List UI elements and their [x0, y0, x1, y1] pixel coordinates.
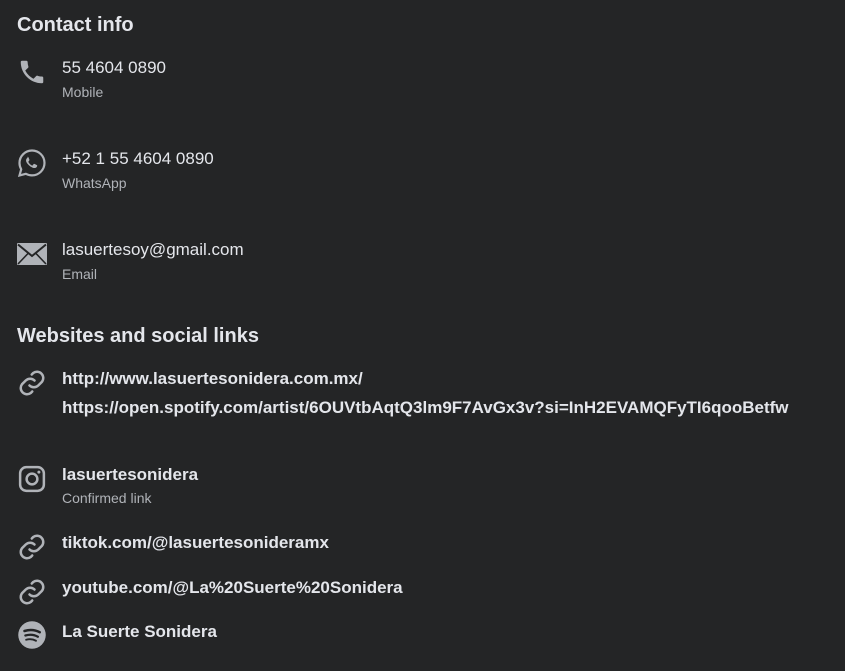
mobile-label: Mobile [62, 84, 104, 100]
instagram-icon [16, 463, 48, 495]
whatsapp-label: WhatsApp [62, 175, 127, 191]
spotify-icon [16, 619, 48, 651]
website-link-2[interactable]: https://open.spotify.com/artist/6OUVtbAq… [62, 397, 789, 419]
link-icon [16, 576, 48, 608]
contact-info-page: Contact info 55 4604 0890 Mobile +52 1 5… [0, 0, 845, 671]
tiktok-link[interactable]: tiktok.com/@lasuertesonideramx [62, 532, 329, 554]
contact-info-heading: Contact info [17, 14, 134, 36]
instagram-handle[interactable]: lasuertesonidera [62, 464, 198, 486]
phone-icon [16, 56, 48, 88]
email-label: Email [62, 266, 98, 282]
whatsapp-number: +52 1 55 4604 0890 [62, 149, 214, 168]
mobile-number: 55 4604 0890 [62, 58, 166, 77]
spotify-link[interactable]: La Suerte Sonidera [62, 621, 217, 643]
email-address: lasuertesoy@gmail.com [62, 240, 244, 259]
email-icon [16, 238, 48, 270]
link-icon [16, 367, 48, 399]
website-link-1[interactable]: http://www.lasuertesonidera.com.mx/ [62, 368, 363, 390]
link-icon [16, 531, 48, 563]
whatsapp-icon [16, 147, 48, 179]
youtube-link[interactable]: youtube.com/@La%20Suerte%20Sonidera [62, 577, 403, 599]
websites-heading: Websites and social links [17, 325, 259, 347]
instagram-confirmed-label: Confirmed link [62, 490, 152, 506]
